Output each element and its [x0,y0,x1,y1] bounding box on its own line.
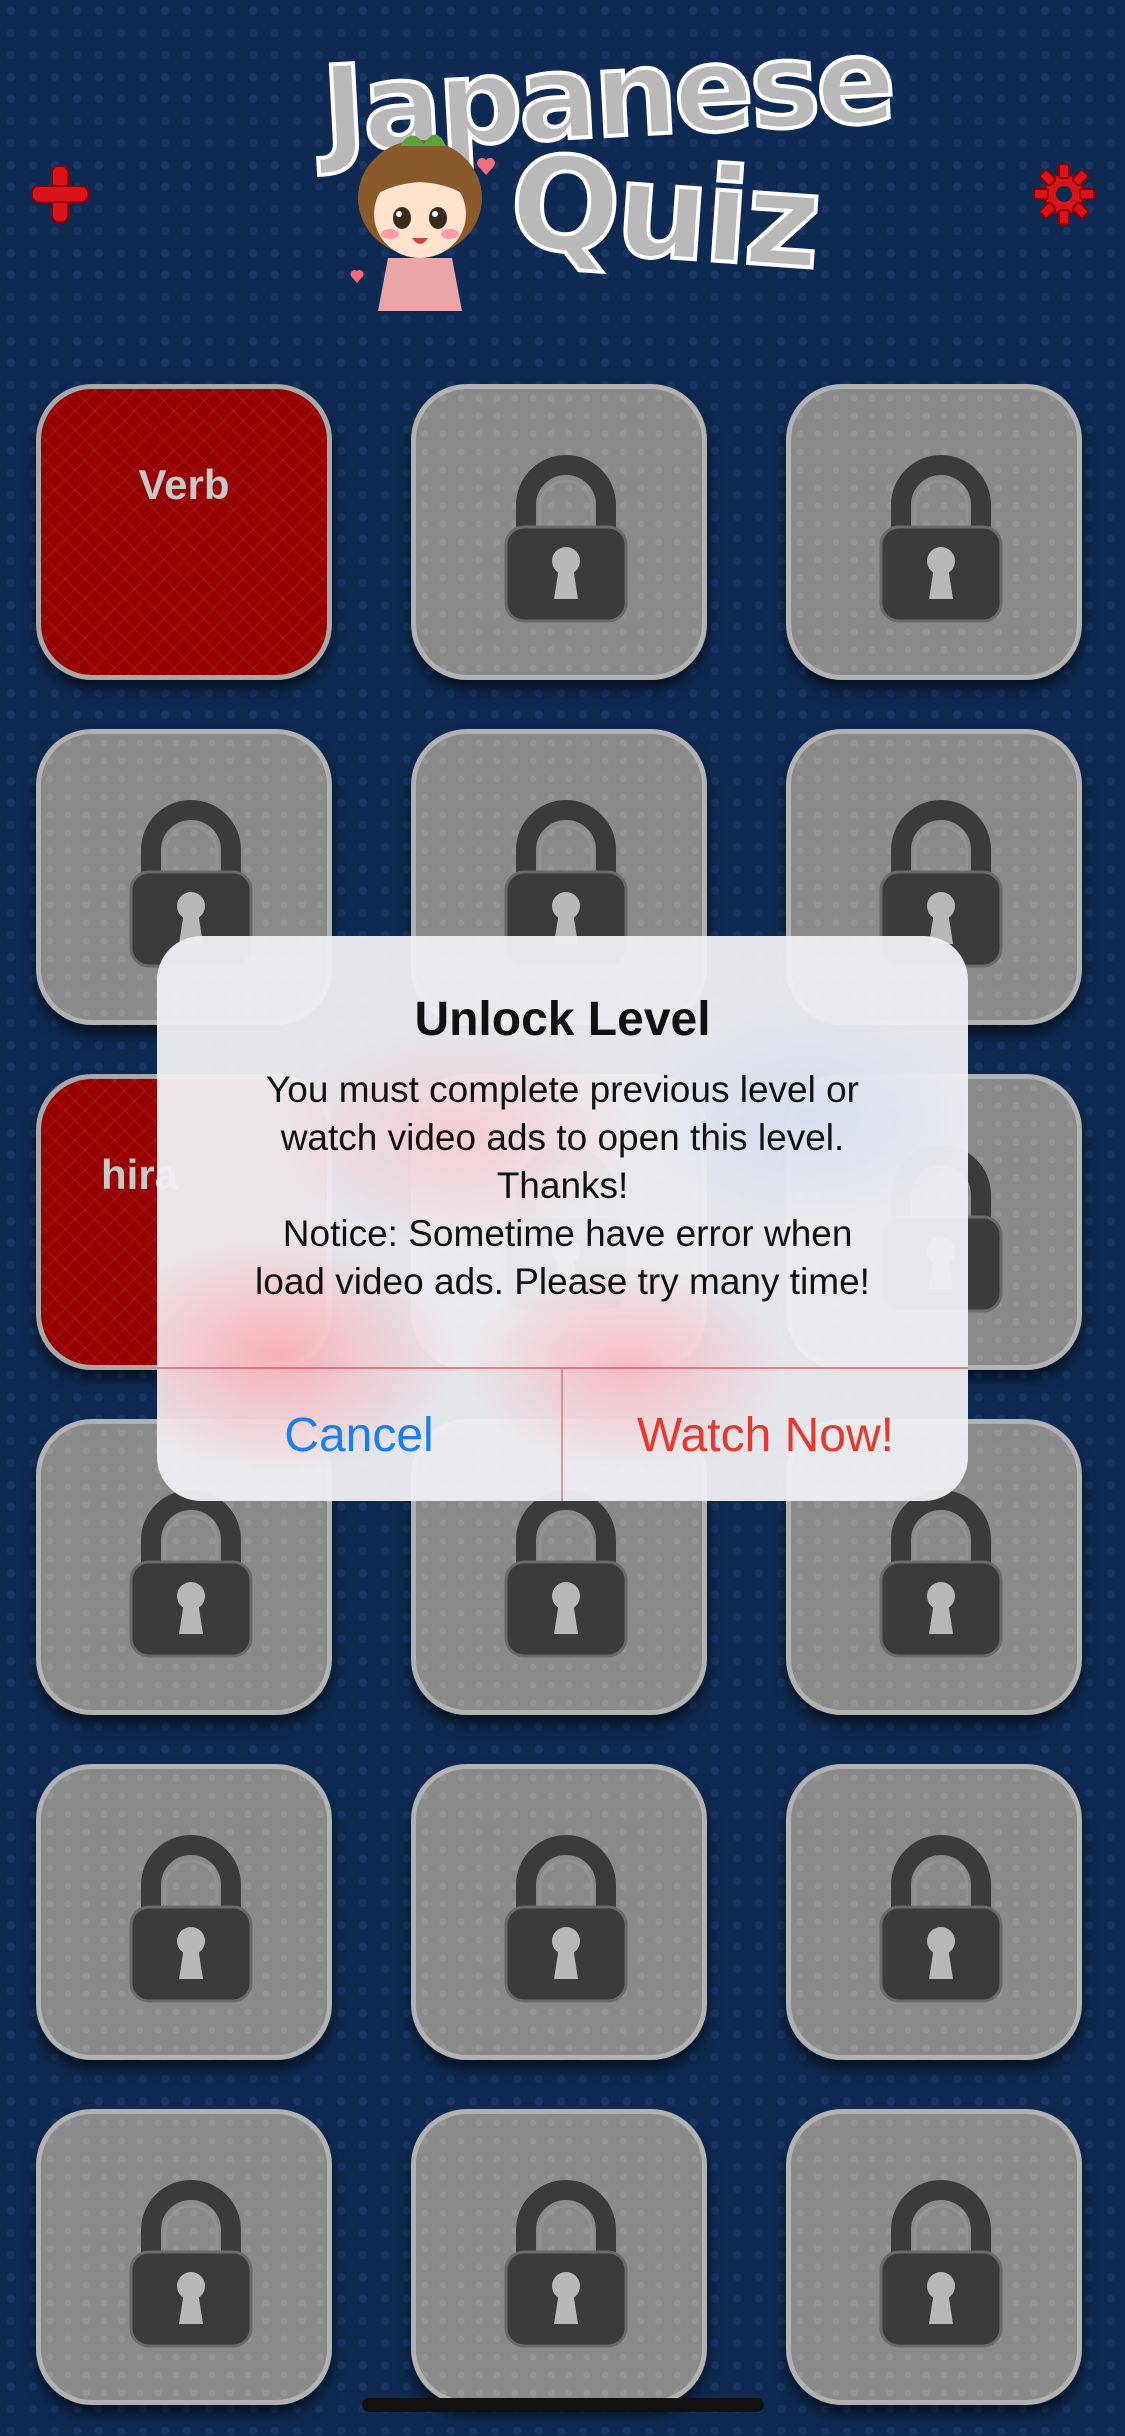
level-tile-locked[interactable] [786,1764,1082,2060]
alert-message-line: watch video ads to open this level. [280,1117,845,1158]
settings-button[interactable] [1032,162,1096,226]
lock-icon [504,1488,628,1658]
level-tile-locked[interactable] [411,2109,707,2405]
lock-icon [129,1488,253,1658]
unlock-level-alert: Unlock Level You must complete previous … [157,936,968,1501]
level-tile-label: Verb [138,461,230,508]
level-tile-locked[interactable] [36,2109,332,2405]
watch-now-button[interactable]: Watch Now! [563,1369,968,1501]
mascot-girl-icon [350,134,495,311]
lock-icon [879,2178,1003,2348]
alert-message-line: You must complete previous level or [266,1069,859,1110]
lock-icon [504,453,628,623]
alert-title: Unlock Level [414,993,711,1046]
level-tile-locked[interactable] [411,384,707,680]
level-tile-locked[interactable] [36,1764,332,2060]
gear-icon [1033,163,1095,225]
alert-message: You must complete previous level or watc… [187,1066,938,1306]
cancel-button[interactable]: Cancel [157,1369,561,1501]
level-tile-locked[interactable] [786,384,1082,680]
lock-icon [504,2178,628,2348]
alert-message-line: Thanks! [496,1165,629,1206]
logo-line-2: Quiz [503,123,824,300]
lock-icon [879,1833,1003,2003]
lock-icon [879,453,1003,623]
home-indicator[interactable] [362,2398,764,2412]
app-logo: Japanese Quiz [317,9,897,311]
level-tile-locked[interactable] [786,2109,1082,2405]
alert-message-line: load video ads. Please try many time! [255,1261,870,1302]
lock-icon [129,1833,253,2003]
lock-icon [504,1833,628,2003]
lock-icon [879,1488,1003,1658]
lock-icon [129,2178,253,2348]
plus-icon [31,165,89,223]
add-button[interactable] [28,162,92,226]
level-tile-open[interactable]: Verb [36,384,332,680]
alert-message-line: Notice: Sometime have error when [272,1213,853,1254]
level-tile-locked[interactable] [411,1764,707,2060]
